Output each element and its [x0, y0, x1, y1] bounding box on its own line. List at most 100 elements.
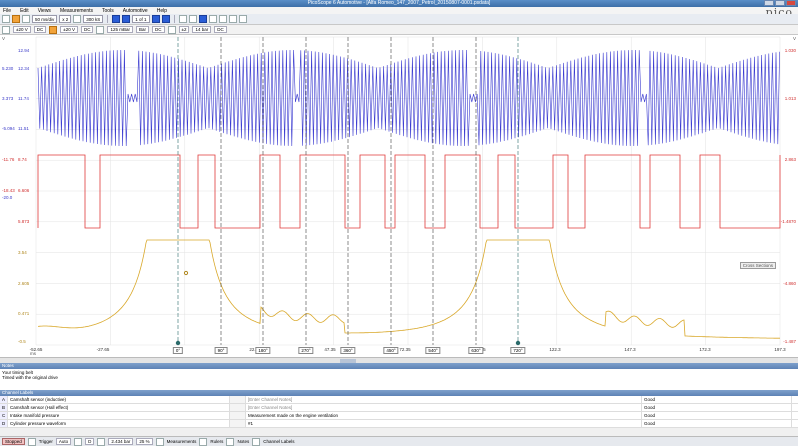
page-indicator: 1 of 1 — [132, 15, 150, 23]
edit-icon[interactable] — [230, 396, 246, 403]
x-tick-label: 172.3 — [699, 347, 711, 352]
timebase-select[interactable]: 50 ms/div — [32, 15, 58, 23]
channel-status: Good — [642, 396, 792, 403]
trigger-level-field[interactable]: 2.434 bar — [108, 438, 134, 445]
pointer-icon[interactable] — [178, 15, 187, 23]
next-page-icon[interactable] — [151, 15, 160, 23]
channel-d-unit[interactable]: 14 bar — [192, 26, 212, 33]
angle-label[interactable]: 630° — [468, 347, 484, 354]
channel-a-range[interactable]: ±20 V — [13, 26, 31, 33]
angle-label[interactable]: 270° — [298, 347, 314, 354]
blue-left-3: -5.094 — [2, 126, 15, 131]
notes-line: Timed with the original drive — [2, 375, 58, 380]
edit-icon[interactable] — [230, 420, 246, 427]
edit-icon[interactable] — [230, 404, 246, 411]
samples-select[interactable]: 300 kS — [83, 15, 104, 23]
blue-left-2: 3.373 — [2, 96, 14, 101]
trigger-edge-icon[interactable] — [74, 437, 83, 446]
rulers-icon[interactable] — [199, 437, 208, 446]
right-outer-6: -1.487 — [783, 339, 796, 344]
channel-a-coupling[interactable]: DC — [33, 26, 47, 33]
trigger-mode-select[interactable]: Auto — [55, 438, 72, 445]
channel-note[interactable]: [Enter Channel Notes] — [246, 404, 642, 411]
cross-sections-label[interactable]: Cross Sections — [739, 262, 776, 269]
last-page-icon[interactable] — [161, 15, 170, 23]
table-row[interactable]: A Camshaft sensor (inductive) [Enter Cha… — [0, 396, 798, 404]
zoom-select[interactable]: x 2 — [59, 15, 72, 23]
zoom-out-icon[interactable] — [208, 15, 217, 23]
channel-description[interactable]: Camshaft sensor (inductive) — [8, 396, 230, 403]
x-tick-label: 147.3 — [624, 347, 636, 352]
channel-c-range[interactable]: 125 mBar — [107, 26, 133, 33]
angle-label[interactable]: 540° — [425, 347, 441, 354]
channel-b-range[interactable]: ±20 V — [60, 26, 78, 33]
channel-status: Good — [642, 404, 792, 411]
rulers-label[interactable]: Rulers — [210, 439, 223, 444]
angle-label[interactable]: 450° — [383, 347, 399, 354]
channel-d-coupling[interactable]: DC — [214, 26, 227, 33]
first-page-icon[interactable] — [112, 15, 121, 23]
red-inner-1: 8.74 — [18, 157, 27, 162]
channel-c-icon — [96, 25, 105, 34]
notes-panel[interactable]: Your timing belt Timed with the original… — [0, 369, 798, 390]
start-icon[interactable] — [27, 437, 36, 446]
hand-icon[interactable] — [188, 15, 197, 23]
measurements-icon[interactable] — [155, 437, 164, 446]
angle-label[interactable]: 90° — [214, 347, 228, 354]
channel-c-coupling[interactable]: DC — [152, 26, 165, 33]
channel-a-icon — [2, 25, 10, 34]
pre-trigger-field[interactable]: 25 % — [136, 438, 153, 445]
channel-note[interactable]: #1 — [246, 420, 642, 427]
undo-zoom-icon[interactable] — [228, 15, 237, 23]
menu-help[interactable]: Help — [157, 8, 167, 14]
blue-right-1: 12.94 — [18, 48, 30, 53]
zoom-in-icon[interactable] — [198, 15, 207, 23]
menu-views[interactable]: Views — [38, 8, 51, 14]
channel-a-trace — [37, 49, 780, 147]
channel-c-unit[interactable]: Bar — [135, 26, 149, 33]
toolbar-separator — [173, 15, 175, 23]
waveform-canvas[interactable] — [0, 35, 798, 357]
menu-edit[interactable]: Edit — [20, 8, 29, 14]
menu-measurements[interactable]: Measurements — [60, 8, 93, 14]
menu-tools[interactable]: Tools — [102, 8, 114, 14]
status-bar: Stopped Trigger Auto D 2.434 bar 25 % Me… — [0, 436, 798, 446]
channel-note[interactable]: Measurement made on the engine ventilati… — [246, 412, 642, 419]
zoom-fit-icon[interactable] — [238, 15, 247, 23]
angle-label[interactable]: 360° — [340, 347, 356, 354]
channel-icon[interactable] — [12, 15, 20, 23]
angle-label[interactable]: 180° — [255, 347, 271, 354]
zoom-area-icon[interactable] — [218, 15, 227, 23]
channel-status: Good — [642, 420, 792, 427]
previous-page-icon[interactable] — [122, 15, 131, 23]
notes-icon[interactable] — [226, 437, 235, 446]
channel-b-coupling[interactable]: DC — [80, 26, 94, 33]
stopped-indicator[interactable]: Stopped — [2, 438, 25, 445]
angle-label[interactable]: 0° — [172, 347, 184, 354]
channel-description[interactable]: Intake manifold pressure — [8, 412, 230, 419]
angle-label[interactable]: 720° — [510, 347, 526, 354]
table-row[interactable]: B Camshaft sensor (Hall effect) [Enter C… — [0, 404, 798, 412]
channel-labels-icon[interactable] — [252, 437, 261, 446]
table-row[interactable]: C Intake manifold pressure Measurement m… — [0, 412, 798, 420]
trigger-rising-icon[interactable] — [97, 437, 106, 446]
window-title: PicoScope 6 Automotive - [Alfa Romeo_147… — [307, 0, 491, 6]
channel-d-range[interactable]: ±2 — [178, 26, 190, 33]
channel-description[interactable]: Cylinder pressure waveform — [8, 420, 230, 427]
channel-note[interactable]: [Enter Channel Notes] — [246, 396, 642, 403]
channel-description[interactable]: Camshaft sensor (Hall effect) — [8, 404, 230, 411]
main-toolbar: 50 ms/div x 2 300 kS 1 of 1 — [0, 14, 798, 25]
scope-view[interactable]: V V 5.230 3.373 -5.094 12.94 12.34 11.74… — [0, 35, 798, 357]
measurements-label[interactable]: Measurements — [167, 439, 197, 444]
right-outer-4: -1.4870 — [780, 219, 796, 224]
menu-automotive[interactable]: Automotive — [123, 8, 148, 14]
trigger-channel-select[interactable]: D — [85, 438, 95, 445]
settings-icon[interactable] — [2, 15, 10, 23]
table-row[interactable]: D Cylinder pressure waveform #1 Good — [0, 420, 798, 428]
edit-icon[interactable] — [230, 412, 246, 419]
grid-icon[interactable] — [22, 15, 30, 23]
channel-labels-label[interactable]: Channel Labels — [263, 439, 294, 444]
menu-file[interactable]: File — [3, 8, 11, 14]
channel-status: Good — [642, 412, 792, 419]
notes-label[interactable]: Notes — [237, 439, 249, 444]
